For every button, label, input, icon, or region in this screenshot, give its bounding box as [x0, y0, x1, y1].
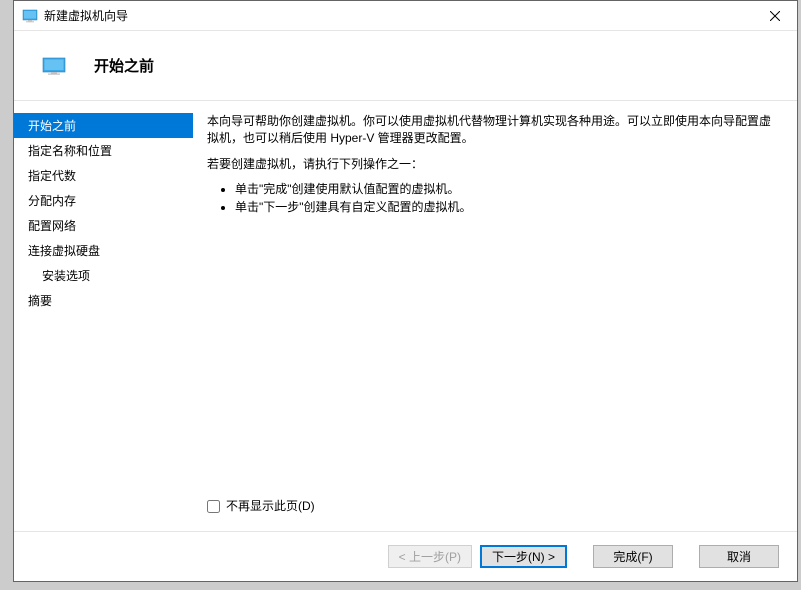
- next-button[interactable]: 下一步(N) >: [480, 545, 567, 568]
- sidebar-item-before-begin[interactable]: 开始之前: [14, 113, 193, 138]
- sidebar-item-label: 配置网络: [28, 219, 76, 233]
- sidebar-item-label: 连接虚拟硬盘: [28, 244, 100, 258]
- instruction-paragraph: 若要创建虚拟机，请执行下列操作之一：: [207, 156, 777, 173]
- close-button[interactable]: [752, 1, 797, 30]
- sidebar-item-name-location[interactable]: 指定名称和位置: [14, 138, 193, 163]
- wizard-window: 新建虚拟机向导 开始之前 开始之前 指定名称和位置 指定代数 分配内存 配置网络…: [13, 0, 798, 582]
- dont-show-checkbox[interactable]: [207, 500, 220, 513]
- list-item: 单击"下一步"创建具有自定义配置的虚拟机。: [235, 199, 777, 216]
- monitor-icon: [42, 57, 66, 75]
- sidebar-item-install-options[interactable]: 安装选项: [14, 263, 193, 288]
- wizard-body: 开始之前 指定名称和位置 指定代数 分配内存 配置网络 连接虚拟硬盘 安装选项 …: [14, 101, 797, 531]
- page-title: 开始之前: [94, 55, 154, 76]
- sidebar-item-generation[interactable]: 指定代数: [14, 163, 193, 188]
- sidebar: 开始之前 指定名称和位置 指定代数 分配内存 配置网络 连接虚拟硬盘 安装选项 …: [14, 101, 193, 531]
- intro-paragraph: 本向导可帮助你创建虚拟机。你可以使用虚拟机代替物理计算机实现各种用途。可以立即使…: [207, 113, 777, 148]
- sidebar-item-label: 指定代数: [28, 169, 76, 183]
- sidebar-item-label: 指定名称和位置: [28, 144, 112, 158]
- instruction-list: 单击"完成"创建使用默认值配置的虚拟机。 单击"下一步"创建具有自定义配置的虚拟…: [207, 181, 777, 216]
- monitor-icon: [22, 8, 38, 24]
- finish-button[interactable]: 完成(F): [593, 545, 673, 568]
- window-title: 新建虚拟机向导: [44, 7, 752, 24]
- titlebar: 新建虚拟机向导: [14, 1, 797, 31]
- wizard-footer: < 上一步(P) 下一步(N) > 完成(F) 取消: [14, 531, 797, 581]
- sidebar-item-label: 摘要: [28, 294, 52, 308]
- previous-button: < 上一步(P): [388, 545, 472, 568]
- list-item: 单击"完成"创建使用默认值配置的虚拟机。: [235, 181, 777, 198]
- dont-show-checkbox-row[interactable]: 不再显示此页(D): [207, 498, 777, 515]
- sidebar-item-label: 安装选项: [42, 269, 90, 283]
- cancel-button[interactable]: 取消: [699, 545, 779, 568]
- wizard-header: 开始之前: [14, 31, 797, 101]
- sidebar-item-summary[interactable]: 摘要: [14, 288, 193, 313]
- close-icon: [770, 11, 780, 21]
- checkbox-label: 不再显示此页(D): [226, 498, 315, 515]
- sidebar-item-memory[interactable]: 分配内存: [14, 188, 193, 213]
- sidebar-item-network[interactable]: 配置网络: [14, 213, 193, 238]
- sidebar-item-vhd[interactable]: 连接虚拟硬盘: [14, 238, 193, 263]
- sidebar-item-label: 分配内存: [28, 194, 76, 208]
- content-area: 本向导可帮助你创建虚拟机。你可以使用虚拟机代替物理计算机实现各种用途。可以立即使…: [193, 101, 797, 531]
- sidebar-item-label: 开始之前: [28, 119, 76, 133]
